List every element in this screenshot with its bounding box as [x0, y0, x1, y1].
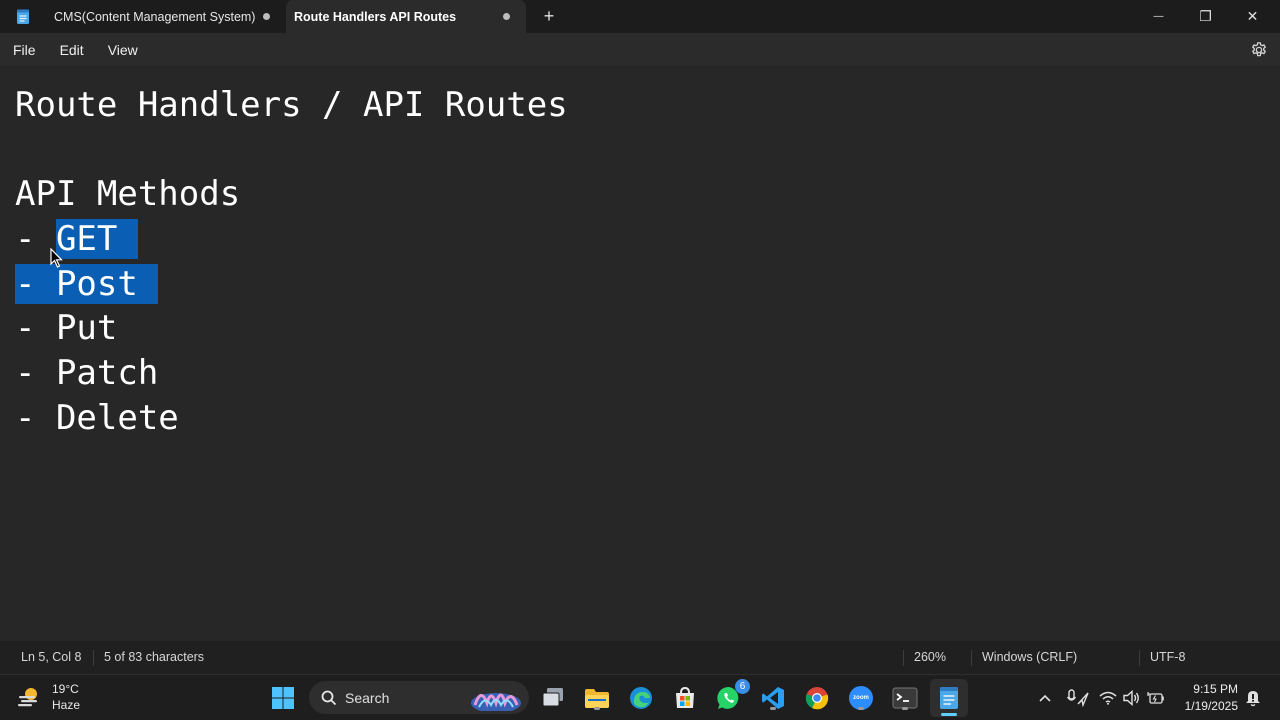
tab-route-handlers[interactable]: Route Handlers API Routes: [286, 0, 526, 33]
editor-line-6: - Put: [15, 308, 118, 348]
task-view-button[interactable]: [538, 683, 568, 713]
store-button[interactable]: [670, 683, 700, 713]
wifi-icon: [1099, 691, 1117, 705]
notification-badge: 6: [735, 679, 750, 694]
status-divider: [971, 650, 972, 666]
terminal-icon: [892, 687, 918, 709]
vscode-button[interactable]: [758, 683, 788, 713]
whatsapp-button[interactable]: 6: [714, 679, 750, 713]
unsaved-dot-icon[interactable]: [503, 13, 510, 20]
restore-button[interactable]: ❐: [1182, 0, 1229, 33]
clock-time: 9:15 PM: [1193, 682, 1238, 696]
menu-file[interactable]: File: [0, 33, 48, 66]
wifi-tray[interactable]: [1098, 687, 1118, 709]
running-indicator: [594, 707, 600, 710]
unsaved-dot-icon[interactable]: [263, 13, 270, 20]
running-indicator: [902, 707, 908, 710]
zoom-app-label: zoom: [853, 695, 869, 701]
search-label: Search: [345, 689, 390, 706]
editor-line-3: API Methods: [15, 174, 241, 214]
chevron-up-icon: [1039, 694, 1051, 702]
notification-bell-icon: [1246, 691, 1260, 707]
speaker-icon: [1123, 690, 1139, 706]
file-explorer-button[interactable]: [582, 683, 612, 713]
active-indicator: [941, 713, 957, 716]
chrome-icon: [805, 687, 829, 710]
menu-view[interactable]: View: [96, 33, 150, 66]
new-tab-button[interactable]: +: [526, 0, 572, 33]
battery-charging-icon: [1147, 692, 1164, 704]
tab-cms[interactable]: CMS(Content Management System): [46, 0, 286, 33]
notepad-app-icon: [0, 0, 46, 33]
mic-location-tray[interactable]: [1066, 687, 1090, 709]
status-divider: [903, 650, 904, 666]
editor-line-8: - Delete: [15, 398, 179, 438]
volume-tray[interactable]: [1122, 687, 1142, 709]
battery-tray[interactable]: [1146, 687, 1166, 709]
clock-date: 1/19/2025: [1184, 699, 1238, 713]
selection-count: 5 of 83 characters: [104, 650, 205, 664]
window-controls: — ❐ ✕: [1135, 0, 1280, 33]
tab-route-handlers-label: Route Handlers API Routes: [294, 9, 457, 24]
microsoft-store-icon: [676, 686, 694, 708]
title-bar: CMS(Content Management System) Route Han…: [0, 0, 1280, 33]
encoding[interactable]: UTF-8: [1150, 641, 1185, 674]
running-indicator: [858, 707, 864, 710]
editor-line-4: - GET: [15, 217, 138, 262]
editor-line-5: - Post: [15, 262, 159, 307]
weather-widget[interactable]: 19°C Haze: [16, 681, 80, 713]
search-highlight-image: [471, 693, 521, 711]
edge-browser-icon: [630, 687, 652, 709]
notifications-button[interactable]: [1243, 687, 1263, 709]
editor-line-1: Route Handlers / API Routes: [15, 85, 568, 125]
notepad-taskbar-button[interactable]: [930, 679, 968, 717]
taskbar: 19°C Haze Search 6 zoom 9:15 PM 1/19/202…: [0, 674, 1280, 720]
selected-text-post: - Post: [15, 264, 159, 304]
status-divider: [1139, 650, 1140, 666]
text-editor[interactable]: Route Handlers / API Routes API Methods …: [0, 66, 1280, 641]
windows-logo-icon: [272, 687, 294, 709]
editor-line-7: - Patch: [15, 353, 159, 393]
start-button[interactable]: [268, 683, 298, 713]
running-indicator: [770, 707, 776, 710]
terminal-button[interactable]: [890, 683, 920, 713]
chrome-button[interactable]: [802, 683, 832, 713]
weather-temperature: 19°C: [52, 682, 79, 696]
mouse-pointer-icon: [50, 248, 63, 268]
taskbar-search[interactable]: Search: [309, 681, 529, 714]
microphone-location-icon: [1066, 689, 1089, 707]
close-button[interactable]: ✕: [1229, 0, 1276, 33]
zoom-level[interactable]: 260%: [914, 641, 946, 674]
show-hidden-icons-button[interactable]: [1035, 687, 1055, 709]
status-divider: [93, 650, 94, 666]
menu-bar: File Edit View: [0, 33, 1280, 66]
menu-edit[interactable]: Edit: [48, 33, 96, 66]
weather-haze-icon: [18, 688, 37, 707]
selected-text-get: GET: [55, 219, 138, 259]
line-ending[interactable]: Windows (CRLF): [982, 641, 1077, 674]
minimize-button[interactable]: —: [1135, 0, 1182, 33]
weather-condition: Haze: [52, 698, 81, 712]
system-clock[interactable]: 9:15 PM 1/19/2025: [1178, 681, 1238, 715]
status-bar: Ln 5, Col 8 5 of 83 characters 260% Wind…: [0, 641, 1280, 674]
folder-icon: [585, 689, 609, 708]
zoom-app-button[interactable]: zoom: [846, 683, 876, 713]
search-icon: [321, 690, 337, 705]
tab-cms-label: CMS(Content Management System): [54, 9, 256, 24]
edge-button[interactable]: [626, 683, 656, 713]
settings-gear-icon[interactable]: [1250, 41, 1268, 59]
task-view-icon: [542, 688, 563, 707]
notepad-icon: [940, 687, 958, 709]
cursor-position: Ln 5, Col 8: [21, 650, 82, 664]
